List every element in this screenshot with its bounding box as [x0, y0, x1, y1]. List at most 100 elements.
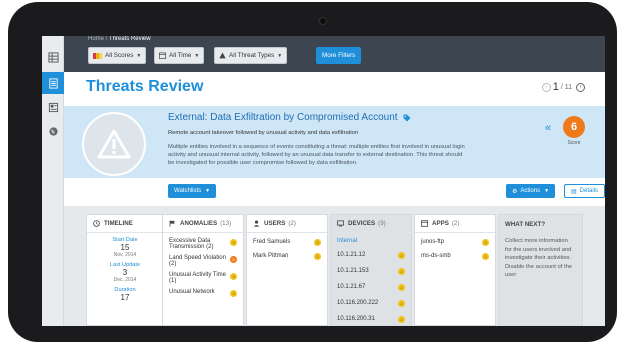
app-item[interactable]: ms-ds-smb 3 — [415, 253, 495, 260]
filter-time[interactable]: All Time ▼ — [154, 47, 205, 64]
report-icon — [48, 102, 58, 112]
filter-scores[interactable]: All Scores ▼ — [88, 47, 147, 64]
prev-page-icon[interactable]: ‹ — [541, 82, 551, 92]
rail-item-threats[interactable] — [42, 72, 64, 94]
device-item[interactable]: 10.1.21.67 3 — [331, 284, 411, 291]
actions-label: Actions — [520, 188, 541, 194]
breadcrumb-current: Threats Review — [108, 36, 151, 42]
what-next-title: WHAT NEXT? — [505, 220, 546, 228]
anomaly-count: (2) — [206, 244, 214, 250]
anomaly-item[interactable]: Unusual Activity Time (1) 3 — [163, 272, 243, 284]
filter-time-label: All Time — [169, 52, 192, 59]
anomaly-item[interactable]: Excessive Data Transmission (2) 3 — [163, 238, 243, 250]
watchlists-label: Watchlists — [174, 188, 202, 194]
timeline-header: TIMELINE — [87, 215, 163, 233]
threat-title[interactable]: External: Data Exfiltration by Compromis… — [168, 112, 411, 123]
watchlists-button[interactable]: Watchlists ▼ — [168, 184, 217, 198]
device-score: 3 — [398, 300, 405, 307]
user-score: 3 — [314, 239, 321, 246]
anomaly-count: (2) — [169, 261, 177, 267]
device-score: 3 — [398, 316, 405, 323]
anomaly-label: Excessive Data Transmission — [169, 238, 211, 250]
title-row: Threats Review ‹ 1 / 11 › — [64, 72, 605, 106]
anomalies-header: ANOMALIES (13) — [163, 215, 243, 233]
anomalies-title: ANOMALIES — [180, 220, 218, 227]
details-button[interactable]: ▤ Details — [564, 184, 605, 198]
next-page-icon[interactable]: › — [576, 82, 585, 92]
app-item[interactable]: junos-ftp 3 — [415, 239, 495, 246]
device-item[interactable]: 10.1.21.12 3 — [331, 252, 411, 259]
score-flag-icon — [93, 52, 102, 59]
warning-icon — [219, 52, 226, 59]
what-next-text: Collect more information for the users i… — [505, 238, 573, 278]
device-item[interactable]: 10.1.21.153 3 — [331, 268, 411, 275]
rail-item-grid[interactable] — [42, 46, 64, 68]
last-update-day: 3 — [122, 268, 128, 277]
device-score: 3 — [398, 252, 405, 259]
filter-threat-types[interactable]: All Threat Types ▼ — [214, 47, 288, 64]
user-icon — [253, 220, 260, 227]
devices-group-internal: Internal — [337, 238, 358, 244]
double-chevron-left-icon[interactable]: « — [545, 122, 551, 134]
warning-icon — [97, 129, 131, 159]
flag-icon — [169, 220, 175, 227]
device-ip: 10.116.200.222 — [337, 300, 379, 306]
duration-value: 17 — [120, 293, 130, 302]
page-title: Threats Review — [86, 78, 204, 95]
grid-icon — [47, 51, 59, 63]
left-rail — [42, 36, 64, 326]
user-item[interactable]: Fred Samuels 3 — [247, 239, 327, 246]
action-bar: Watchlists ▼ ⚙ Actions ▼ ▤ Details — [64, 178, 605, 206]
pager-total: / 11 — [560, 83, 572, 91]
user-name: Fred Samuels — [253, 239, 291, 245]
score-label: Score — [567, 140, 581, 146]
pager-current: 1 — [552, 81, 559, 93]
user-name: Mark Pittman — [253, 253, 289, 259]
users-panel: USERS (2) Fred Samuels 3 Mark Pittman 3 — [246, 214, 328, 326]
threat-subtitle: Remote account takeover followed by unus… — [168, 130, 359, 136]
apps-header: APPS (2) — [415, 215, 495, 233]
users-header: USERS (2) — [247, 215, 327, 233]
anomaly-score: 3 — [230, 273, 237, 280]
devices-header: DEVICES (9) — [331, 215, 411, 233]
pager: ‹ 1 / 11 › — [541, 81, 585, 93]
chevron-down-icon: ▼ — [136, 52, 142, 59]
last-update-month: Dec, 2014 — [113, 277, 137, 283]
timeline-panel: TIMELINE Start Date 15 Nov, 2014 Last Up… — [86, 214, 164, 326]
actions-button[interactable]: ⚙ Actions ▼ — [506, 184, 556, 198]
more-filters-button[interactable]: More Filters — [316, 47, 362, 64]
tag-icon[interactable] — [403, 114, 411, 122]
chevron-down-icon: ▼ — [194, 52, 200, 59]
anomaly-label: Land Speed Violation — [169, 255, 226, 261]
device-item[interactable]: 10.116.200.31 3 — [331, 316, 411, 323]
apps-panel: APPS (2) junos-ftp 3 ms-ds-smb 3 — [414, 214, 496, 326]
device-item[interactable]: 10.116.200.222 3 — [331, 300, 411, 307]
anomaly-item[interactable]: Unusual Network 3 — [163, 289, 243, 297]
monitor-icon — [337, 220, 344, 227]
device-ip: 10.1.21.12 — [337, 252, 366, 258]
devices-count: (9) — [378, 220, 386, 227]
user-item[interactable]: Mark Pittman 3 — [247, 253, 327, 260]
score-badge: 6 — [563, 116, 585, 138]
breadcrumb-home[interactable]: Home — [88, 36, 104, 42]
clock-icon — [93, 220, 100, 227]
timeline-title: TIMELINE — [104, 220, 133, 227]
app-name: junos-ftp — [421, 239, 445, 245]
user-score: 3 — [314, 253, 321, 260]
anomaly-item[interactable]: Land Speed Violation (2) 5 — [163, 255, 243, 267]
document-icon — [48, 77, 58, 89]
rail-item-globe[interactable] — [42, 120, 64, 142]
anomaly-count: (1) — [169, 278, 177, 284]
details-icon: ▤ — [571, 188, 577, 195]
filter-threat-types-label: All Threat Types — [229, 52, 275, 59]
anomaly-label: Unusual Network — [169, 289, 215, 295]
rail-item-reports[interactable] — [42, 96, 64, 118]
anomaly-score: 3 — [230, 239, 237, 246]
device-ip: 10.1.21.67 — [337, 284, 366, 290]
top-bar: Home / Threats Review All Scores ▼ All T… — [64, 36, 605, 72]
device-score: 3 — [398, 268, 405, 275]
anomalies-count: (13) — [220, 220, 232, 227]
apps-count: (2) — [451, 220, 460, 227]
chevron-down-icon: ▼ — [277, 52, 283, 59]
threat-title-text: External: Data Exfiltration by Compromis… — [168, 112, 398, 123]
